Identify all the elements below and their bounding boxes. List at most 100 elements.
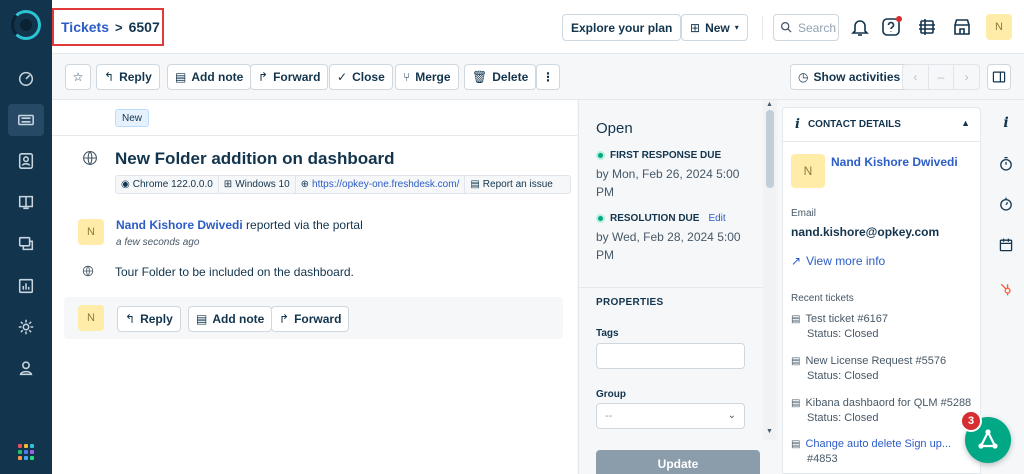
calendar-icon[interactable] bbox=[997, 236, 1015, 254]
timer-icon[interactable] bbox=[997, 155, 1015, 173]
recent-ticket-item[interactable]: ▤ New License Request #5576 Status: Close… bbox=[791, 355, 976, 382]
recent-ticket-title: New License Request #5576 bbox=[805, 355, 947, 367]
forward-button[interactable]: ↱ Forward bbox=[250, 64, 329, 90]
reply-bottom-label: Reply bbox=[140, 312, 173, 326]
hubspot-app-icon[interactable] bbox=[997, 280, 1015, 298]
apps-grid-icon[interactable] bbox=[18, 444, 34, 460]
note-icon: ▤ bbox=[196, 312, 208, 326]
group-select[interactable]: -- ⌄ bbox=[596, 403, 745, 429]
view-more-info-link[interactable]: ↗ View more info bbox=[791, 254, 885, 268]
recent-ticket-item[interactable]: ▤ Test ticket #6167 Status: Closed bbox=[791, 313, 976, 340]
globe-icon bbox=[82, 150, 98, 166]
portal-url-link[interactable]: https://opkey-one.freshdesk.com/ bbox=[312, 179, 459, 190]
reports-icon[interactable] bbox=[8, 270, 44, 302]
next-ticket-button[interactable]: › bbox=[954, 65, 979, 89]
previous-ticket-button[interactable]: ‹ bbox=[903, 65, 929, 89]
forward-bottom-button[interactable]: ↱ Forward bbox=[271, 306, 350, 332]
view-more-label: View more info bbox=[806, 254, 886, 268]
search-input[interactable]: Search bbox=[773, 14, 839, 41]
contact-details-card: i CONTACT DETAILS ▲ N Nand Kishore Dwive… bbox=[782, 107, 981, 474]
new-dropdown-button[interactable]: ⊞ New ▾ bbox=[681, 14, 748, 41]
contact-details-header[interactable]: i CONTACT DETAILS ▲ bbox=[783, 108, 980, 142]
star-icon: ☆ bbox=[72, 70, 84, 84]
external-link-icon: ↗ bbox=[791, 254, 802, 268]
edit-resolution-link[interactable]: Edit bbox=[708, 213, 725, 224]
contacts-icon[interactable] bbox=[8, 145, 44, 177]
requester-avatar: N bbox=[78, 219, 104, 245]
add-note-bottom-button[interactable]: ▤ Add note bbox=[188, 306, 273, 332]
os-version: Windows 10 bbox=[235, 179, 290, 190]
add-note-bottom-label: Add note bbox=[212, 312, 265, 326]
ticket-pager: ‹ – › bbox=[902, 64, 980, 90]
reply-button[interactable]: ↰ Reply bbox=[96, 64, 160, 90]
forums-icon[interactable] bbox=[8, 228, 44, 260]
properties-scrollbar[interactable]: ▲ ▼ bbox=[763, 100, 777, 440]
breadcrumb-tickets-link[interactable]: Tickets bbox=[61, 19, 109, 35]
notifications-bell-icon[interactable] bbox=[848, 15, 872, 39]
profile-icon[interactable] bbox=[8, 352, 44, 384]
collapse-chevron-icon[interactable]: ▲ bbox=[961, 118, 970, 128]
tickets-icon[interactable] bbox=[8, 104, 44, 136]
calendar-schedule-icon[interactable] bbox=[915, 15, 939, 39]
pager-separator: – bbox=[929, 65, 955, 89]
help-question-icon[interactable] bbox=[879, 15, 903, 39]
divider bbox=[579, 287, 764, 288]
close-button[interactable]: ✓ Close bbox=[329, 64, 393, 90]
note-icon: ▤ bbox=[175, 70, 187, 84]
solutions-book-icon[interactable] bbox=[8, 186, 44, 218]
star-button[interactable]: ☆ bbox=[65, 64, 91, 90]
user-avatar[interactable]: N bbox=[986, 14, 1012, 40]
left-nav bbox=[0, 0, 52, 474]
windows-icon: ⊞ bbox=[223, 179, 233, 190]
recent-ticket-title[interactable]: Change auto delete Sign up... bbox=[805, 438, 951, 450]
ticket-toolbar: ☆ ↰ Reply ▤ Add note ↱ Forward ✓ Close ⑂… bbox=[52, 54, 1024, 100]
scrollbar-thumb[interactable] bbox=[766, 110, 774, 188]
dashboard-icon[interactable] bbox=[8, 62, 44, 94]
widget-notification-badge: 3 bbox=[960, 410, 982, 432]
recent-ticket-item[interactable]: ▤ Change auto delete Sign up... #4853 bbox=[791, 438, 976, 465]
show-activities-button[interactable]: ◷ Show activities bbox=[790, 64, 909, 90]
reply-arrow-icon: ↰ bbox=[125, 312, 136, 326]
globe-small-icon: ⊕ bbox=[300, 179, 310, 190]
merge-label: Merge bbox=[415, 70, 451, 84]
scroll-up-arrow-icon[interactable]: ▲ bbox=[766, 101, 773, 108]
add-note-label: Add note bbox=[191, 70, 244, 84]
first-response-due-label: FIRST RESPONSE DUE bbox=[596, 150, 721, 161]
add-note-button[interactable]: ▤ Add note bbox=[167, 64, 252, 90]
breadcrumb-ticket-id: 6507 bbox=[128, 19, 160, 35]
report-icon: ▤ bbox=[470, 179, 480, 190]
check-circle-icon: ✓ bbox=[337, 70, 348, 84]
marketplace-store-icon[interactable] bbox=[950, 15, 974, 39]
more-actions-button[interactable]: ⋮ bbox=[536, 64, 560, 90]
tags-input[interactable] bbox=[596, 343, 745, 369]
first-response-due-date: by Mon, Feb 26, 2024 5:00 PM bbox=[596, 167, 740, 199]
resolution-label-text: RESOLUTION DUE bbox=[610, 213, 700, 224]
freshdesk-logo-icon[interactable] bbox=[11, 10, 41, 40]
reply-bottom-button[interactable]: ↰ Reply bbox=[117, 306, 181, 332]
requester-name-link[interactable]: Nand Kishore Dwivedi bbox=[116, 218, 243, 232]
contact-name-link[interactable]: Nand Kishore Dwivedi bbox=[831, 155, 958, 169]
recent-ticket-status: Status: Closed bbox=[807, 328, 879, 340]
ticket-icon: ▤ bbox=[791, 397, 801, 409]
admin-gear-icon[interactable] bbox=[8, 311, 44, 343]
report-issue-link[interactable]: ▤ Report an issue bbox=[465, 176, 558, 193]
recent-ticket-item[interactable]: ▤ Kibana dashbaord for QLM #5288 Status: … bbox=[791, 397, 976, 424]
toggle-sidebar-button[interactable] bbox=[987, 64, 1011, 90]
scroll-down-arrow-icon[interactable]: ▼ bbox=[766, 428, 773, 435]
reply-label: Reply bbox=[119, 70, 152, 84]
group-selected-value: -- bbox=[605, 410, 613, 422]
forward-arrow-icon: ↱ bbox=[279, 312, 290, 326]
merge-button[interactable]: ⑂ Merge bbox=[395, 64, 459, 90]
properties-panel: Open FIRST RESPONSE DUE by Mon, Feb 26, … bbox=[578, 100, 764, 474]
ticket-state: Open bbox=[596, 120, 633, 137]
explore-plan-button[interactable]: Explore your plan bbox=[562, 14, 682, 41]
recent-tickets-label: Recent tickets bbox=[791, 293, 854, 304]
update-button[interactable]: Update bbox=[596, 450, 760, 474]
time-log-icon[interactable] bbox=[997, 195, 1015, 213]
portal-url[interactable]: ⊕ https://opkey-one.freshdesk.com/ bbox=[296, 176, 466, 193]
contact-details-title: CONTACT DETAILS bbox=[807, 119, 901, 130]
recent-ticket-status: Status: Closed bbox=[807, 412, 879, 424]
contact-info-icon[interactable]: i bbox=[997, 114, 1015, 132]
delete-button[interactable]: 🗑 Delete bbox=[464, 64, 537, 90]
delete-label: Delete bbox=[492, 70, 529, 84]
